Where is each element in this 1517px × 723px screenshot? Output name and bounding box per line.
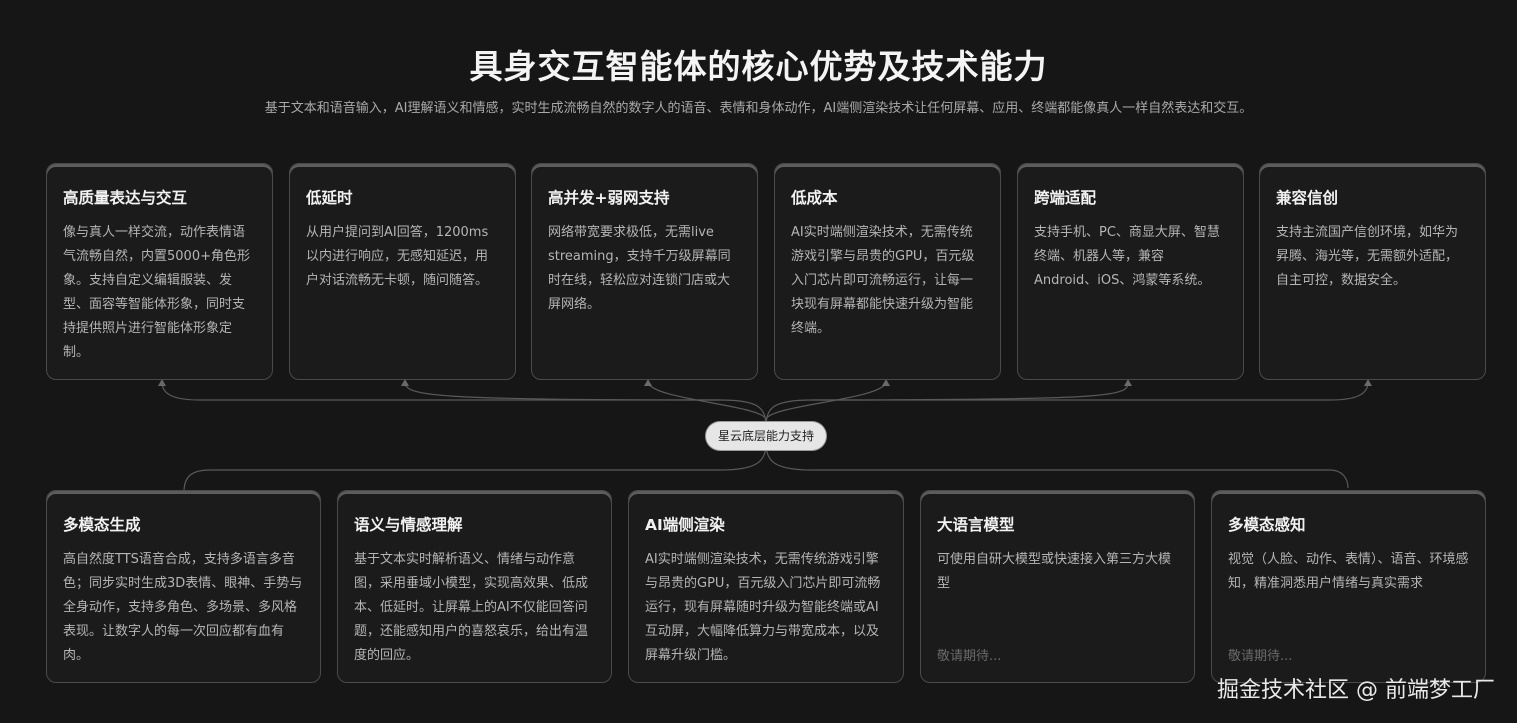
card-low-cost: 低成本 AI实时端侧渲染技术，无需传统游戏引擎与昂贵的GPU，百元级入门芯片即可… bbox=[774, 163, 1001, 380]
card-title: 多模态感知 bbox=[1228, 516, 1306, 534]
card-title: 多模态生成 bbox=[63, 516, 141, 534]
coming-soon-label: 敬请期待... bbox=[1228, 649, 1293, 664]
card-text: 支持手机、PC、商显大屏、智慧终端、机器人等，兼容Android、iOS、鸿蒙等… bbox=[1034, 225, 1220, 288]
card-text: AI实时端侧渲染技术，无需传统游戏引擎与昂贵的GPU，百元级入门芯片即可流畅运行… bbox=[791, 225, 975, 336]
card-title: 低延时 bbox=[306, 189, 353, 207]
card-title: 低成本 bbox=[791, 189, 838, 207]
card-text: AI实时端侧渲染技术，无需传统游戏引擎与昂贵的GPU，百元级入门芯片即可流畅运行… bbox=[645, 552, 881, 663]
coming-soon-label: 敬请期待... bbox=[937, 649, 1002, 664]
card-high-concurrency: 高并发+弱网支持 网络带宽要求极低，无需live streaming，支持千万级… bbox=[531, 163, 758, 380]
card-text: 从用户提问到AI回答，1200ms以内进行响应，无感知延迟，用户对话流畅无卡顿，… bbox=[306, 225, 489, 288]
card-title: 高并发+弱网支持 bbox=[548, 189, 670, 207]
card-multimodal-generation: 多模态生成 高自然度TTS语音合成，支持多语言多音色；同步实时生成3D表情、眼神… bbox=[46, 490, 321, 683]
card-text: 像与真人一样交流，动作表情语气流畅自然，内置5000+角色形象。支持自定义编辑服… bbox=[63, 225, 250, 360]
card-low-latency: 低延时 从用户提问到AI回答，1200ms以内进行响应，无感知延迟，用户对话流畅… bbox=[289, 163, 516, 380]
card-title: 兼容信创 bbox=[1276, 189, 1339, 207]
card-multimodal-perception: 多模态感知 视觉（人脸、动作、表情）、语音、环境感知，精准洞悉用户情绪与真实需求… bbox=[1211, 490, 1486, 683]
card-text: 高自然度TTS语音合成，支持多语言多音色；同步实时生成3D表情、眼神、手势与全身… bbox=[63, 552, 303, 663]
card-xinchuang-compat: 兼容信创 支持主流国产信创环境，如华为昇腾、海光等，无需额外适配，自主可控，数据… bbox=[1259, 163, 1486, 380]
card-title: AI端侧渲染 bbox=[645, 516, 725, 534]
card-text: 支持主流国产信创环境，如华为昇腾、海光等，无需额外适配，自主可控，数据安全。 bbox=[1276, 225, 1459, 288]
card-semantic-emotion: 语义与情感理解 基于文本实时解析语义、情绪与动作意图，采用垂域小模型，实现高效果… bbox=[337, 490, 612, 683]
card-text: 基于文本实时解析语义、情绪与动作意图，采用垂域小模型，实现高效果、低成本、低延时… bbox=[354, 552, 589, 663]
card-text: 可使用自研大模型或快速接入第三方大模型 bbox=[937, 552, 1172, 591]
card-large-language-model: 大语言模型 可使用自研大模型或快速接入第三方大模型 敬请期待... bbox=[920, 490, 1195, 683]
card-title: 语义与情感理解 bbox=[354, 516, 463, 534]
card-title: 跨端适配 bbox=[1034, 189, 1097, 207]
card-title: 大语言模型 bbox=[937, 516, 1015, 534]
card-title: 高质量表达与交互 bbox=[63, 189, 188, 207]
card-text: 视觉（人脸、动作、表情）、语音、环境感知，精准洞悉用户情绪与真实需求 bbox=[1228, 552, 1469, 591]
card-text: 网络带宽要求极低，无需live streaming，支持千万级屏幕同时在线，轻松… bbox=[548, 225, 731, 312]
card-cross-platform: 跨端适配 支持手机、PC、商显大屏、智慧终端、机器人等，兼容Android、iO… bbox=[1017, 163, 1244, 380]
card-high-quality-expression: 高质量表达与交互 像与真人一样交流，动作表情语气流畅自然，内置5000+角色形象… bbox=[46, 163, 273, 380]
center-capability-pill: 星云底层能力支持 bbox=[706, 422, 826, 450]
watermark: 掘金技术社区 @ 前端梦工厂 bbox=[1217, 678, 1495, 703]
card-ai-edge-rendering: AI端侧渲染 AI实时端侧渲染技术，无需传统游戏引擎与昂贵的GPU，百元级入门芯… bbox=[628, 490, 904, 683]
